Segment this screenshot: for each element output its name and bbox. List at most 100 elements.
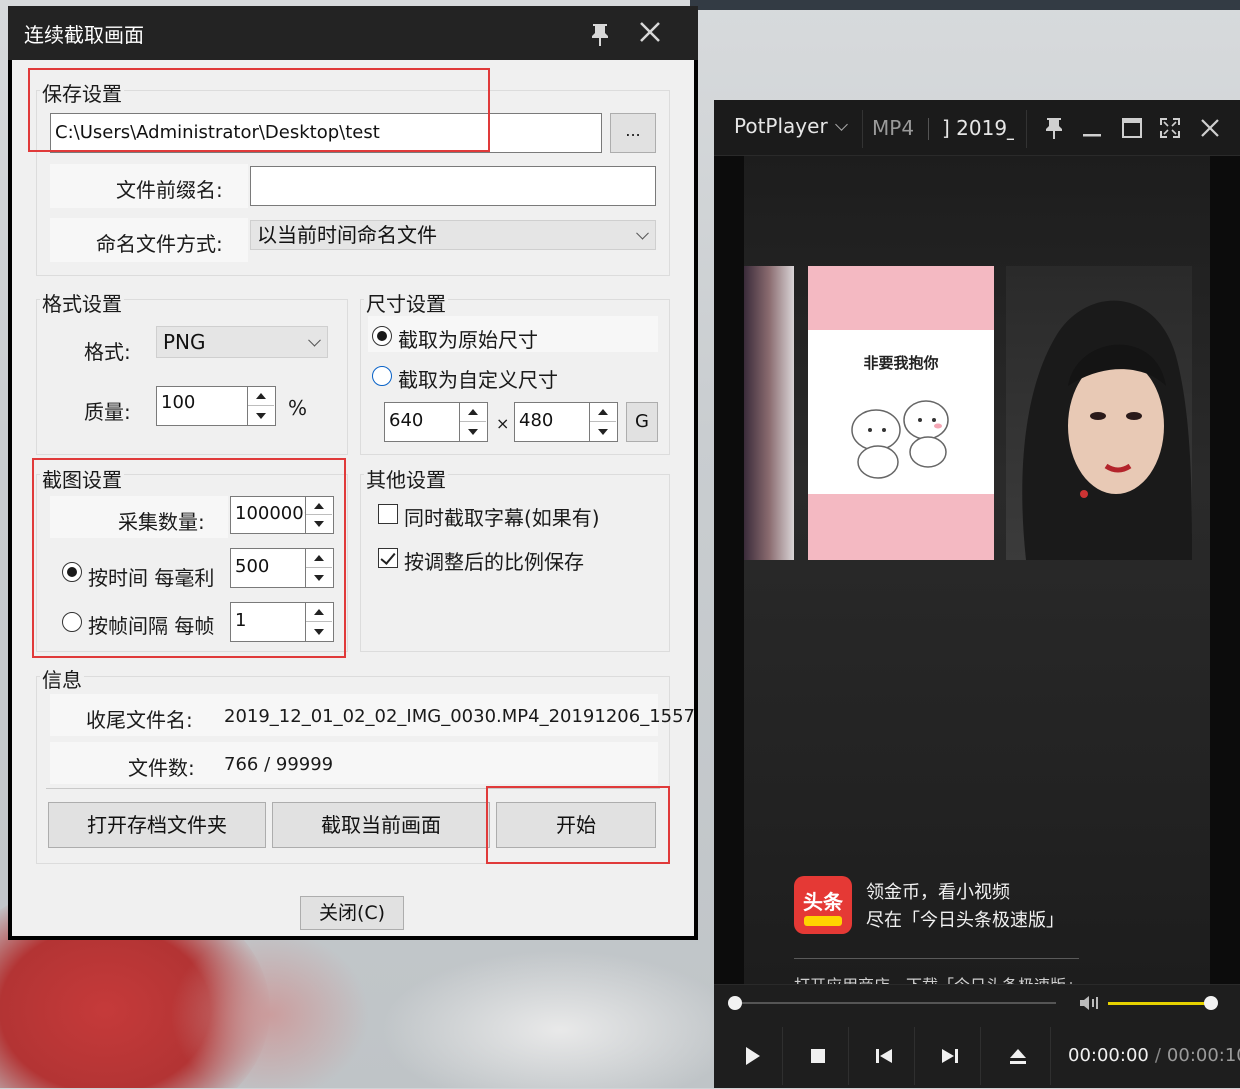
original-size-radio[interactable] [372, 326, 392, 346]
by-time-input[interactable]: 500 [230, 548, 306, 588]
play-icon[interactable] [732, 1037, 772, 1075]
time-divider: / [1154, 1045, 1161, 1066]
by-frame-spinner[interactable] [306, 602, 334, 642]
browse-button[interactable]: ... [610, 113, 656, 153]
seek-bar[interactable] [728, 996, 1056, 1010]
capture-now-button[interactable]: 截取当前画面 [272, 802, 490, 848]
by-frame-radio[interactable] [62, 612, 82, 632]
count-spinner[interactable] [306, 496, 334, 534]
video-thumbnail-person [1006, 266, 1192, 560]
g-button[interactable]: G [626, 402, 658, 442]
width-input[interactable]: 640 [384, 402, 460, 442]
prefix-input[interactable] [250, 166, 656, 206]
by-time-label: 按时间 每毫利 [88, 566, 215, 590]
by-frame-input[interactable]: 1 [230, 602, 306, 642]
ad-line-2: 尽在「今日头条极速版」 [866, 910, 1064, 931]
volume-icon[interactable] [1078, 993, 1102, 1013]
maximize-icon[interactable] [1118, 114, 1146, 142]
pin-icon[interactable] [584, 18, 616, 48]
separator [862, 110, 863, 148]
spinner-down-icon[interactable] [248, 406, 274, 425]
by-time-label-wrap: 按时间 每毫利 [88, 562, 218, 590]
player-titlebar[interactable]: PotPlayer MP4 ] 2019_ [714, 100, 1240, 156]
player-controls: 00:00:00/00:00:10 [714, 984, 1240, 1088]
format-value: PNG [163, 330, 206, 354]
logo-badge [804, 916, 842, 926]
advertisement[interactable]: 头条 领金币，看小视频 尽在「今日头条极速版」 打开应用商店，下载「今日头条极速… [794, 876, 1094, 996]
video-thumbnail-cartoon: 非要我抱你 [808, 266, 994, 560]
prefix-label: 文件前缀名: [116, 178, 223, 202]
spinner-down-icon[interactable] [460, 422, 486, 441]
seek-knob[interactable] [728, 996, 742, 1010]
cartoon-characters-icon [851, 400, 949, 479]
toutiao-logo: 头条 [794, 876, 852, 934]
subtitle-checkbox[interactable] [378, 504, 398, 524]
volume-bar[interactable] [1108, 996, 1218, 1010]
quality-spinner[interactable] [248, 386, 276, 426]
format-dropdown[interactable]: PNG [156, 326, 328, 358]
ratio-label: 按调整后的比例保存 [404, 550, 584, 574]
time-display: 00:00:00/00:00:10 [1068, 1045, 1240, 1066]
person-portrait-icon [1022, 300, 1192, 560]
spinner-up-icon[interactable] [306, 497, 332, 515]
size-settings-title: 尺寸设置 [364, 288, 448, 317]
chevron-down-icon [636, 226, 649, 240]
save-settings-title: 保存设置 [40, 78, 124, 107]
by-frame-label: 按帧间隔 每帧 [88, 614, 215, 638]
info-title: 信息 [40, 664, 84, 693]
spinner-down-icon[interactable] [306, 622, 332, 641]
dialog-titlebar[interactable]: 连续截取画面 [8, 6, 698, 60]
desktop-decoration [380, 950, 740, 1088]
ratio-checkbox[interactable] [378, 548, 398, 568]
by-time-radio[interactable] [62, 562, 82, 582]
separator [848, 1027, 849, 1085]
spinner-up-icon[interactable] [460, 403, 486, 422]
cartoon-panel: 非要我抱你 [808, 330, 994, 494]
spinner-down-icon[interactable] [590, 422, 616, 441]
width-spinner[interactable] [460, 402, 488, 442]
close-icon[interactable] [1196, 114, 1224, 142]
close-button[interactable]: 关闭(C) [300, 896, 404, 930]
start-button[interactable]: 开始 [496, 802, 656, 848]
height-input[interactable]: 480 [514, 402, 590, 442]
file-name: ] 2019_ [942, 116, 1014, 140]
eject-icon[interactable] [998, 1037, 1038, 1075]
height-spinner[interactable] [590, 402, 618, 442]
spinner-up-icon[interactable] [248, 387, 274, 406]
by-time-spinner[interactable] [306, 548, 334, 588]
stop-icon[interactable] [798, 1037, 838, 1075]
file-count-label: 文件数: [128, 756, 195, 780]
quality-label: 质量: [84, 400, 131, 424]
capture-settings-title: 截图设置 [40, 464, 124, 493]
separator [782, 1027, 783, 1085]
spinner-up-icon[interactable] [306, 603, 332, 622]
control-buttons: 00:00:00/00:00:10 [714, 1023, 1240, 1089]
minimize-icon[interactable] [1078, 114, 1106, 142]
quality-input[interactable]: 100 [156, 386, 248, 426]
custom-size-radio[interactable] [372, 366, 392, 386]
desktop-strip [690, 0, 1240, 10]
custom-size-label: 截取为自定义尺寸 [398, 368, 558, 392]
spinner-up-icon[interactable] [590, 403, 616, 422]
time-current: 00:00:00 [1068, 1045, 1149, 1066]
pin-icon[interactable] [1040, 114, 1068, 142]
count-input[interactable]: 1000000 [230, 496, 306, 534]
spinner-up-icon[interactable] [306, 549, 332, 568]
original-size-label: 截取为原始尺寸 [398, 328, 538, 352]
next-icon[interactable] [930, 1037, 970, 1075]
video-area[interactable]: 非要我抱你 头条 领金币，看小视频 尽在「今日头条极速版」 [744, 156, 1210, 1084]
separator [1050, 1027, 1051, 1085]
open-folder-button[interactable]: 打开存档文件夹 [48, 802, 266, 848]
previous-icon[interactable] [864, 1037, 904, 1075]
close-icon[interactable] [634, 16, 666, 48]
spinner-down-icon[interactable] [306, 568, 332, 587]
naming-dropdown[interactable]: 以当前时间命名文件 [250, 220, 656, 250]
fullscreen-icon[interactable] [1156, 114, 1184, 142]
chevron-down-icon[interactable] [835, 118, 848, 131]
spinner-down-icon[interactable] [306, 515, 332, 533]
player-brand[interactable]: PotPlayer [734, 114, 828, 138]
separator [928, 118, 929, 140]
save-path-input[interactable]: C:\Users\Administrator\Desktop\test [50, 113, 602, 153]
volume-knob[interactable] [1204, 996, 1218, 1010]
chevron-down-icon [308, 333, 321, 347]
